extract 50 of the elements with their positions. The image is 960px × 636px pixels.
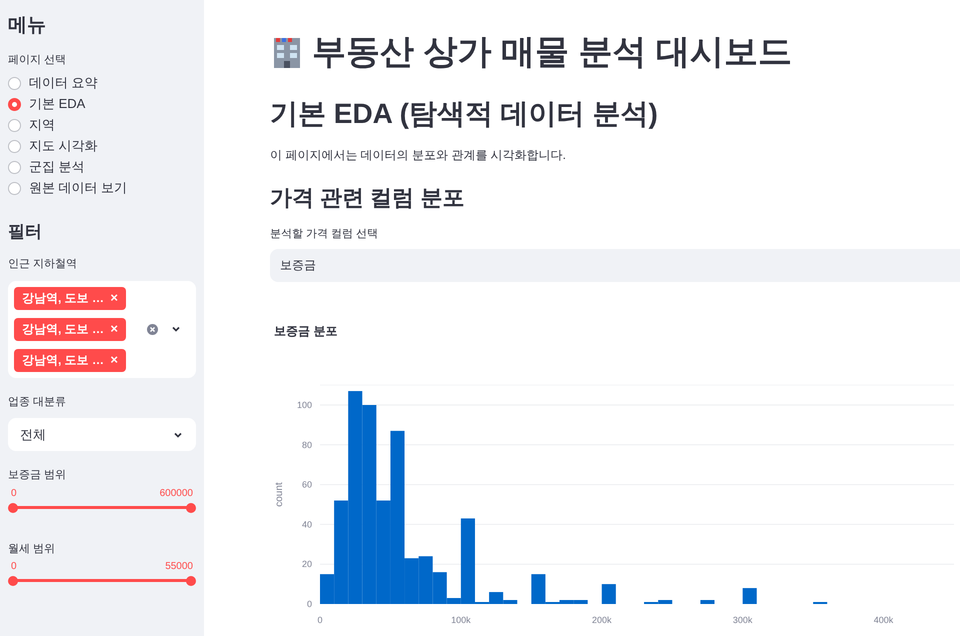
slider-thumb[interactable] [8, 502, 18, 512]
histogram-bar [602, 584, 616, 604]
slider-track[interactable] [8, 502, 196, 512]
histogram-bar [742, 588, 757, 604]
y-tick-label: 60 [302, 479, 312, 490]
field-label: 업종 대분류 [8, 394, 68, 410]
slider-max-value: 600000 [160, 486, 193, 500]
field-label: 분석할 가격 컬럼 선택 [270, 227, 380, 242]
select-field[interactable]: 보증금 [270, 248, 960, 282]
sidebar-title: 메뉴 [8, 14, 47, 38]
radio-option[interactable]: 데이터 요약 [8, 72, 196, 94]
slider-min-value: 0 [11, 486, 17, 500]
y-axis-label: count [274, 482, 285, 506]
slider-thumb[interactable] [8, 576, 18, 586]
y-tick-label: 40 [302, 518, 312, 529]
clear-icon[interactable] [147, 324, 158, 334]
radio-option[interactable]: 군집 분석 [8, 156, 196, 178]
section-title: 가격 관련 컬럼 분포 [270, 184, 466, 212]
histogram-bar [700, 600, 714, 604]
x-tick-label: 400k [874, 614, 894, 624]
slider-thumb[interactable] [186, 502, 196, 512]
radio-option[interactable]: 지역 [8, 114, 196, 136]
field-label: 인근 지하철역 [8, 257, 78, 272]
slider-thumb[interactable] [186, 576, 196, 586]
field-label: 페이지 선택 [8, 53, 68, 68]
y-tick-label: 80 [302, 439, 312, 450]
chart-title: 보증금 분포 [274, 322, 338, 340]
tag-label: 강남역, 도보 … [22, 352, 104, 369]
tag-label: 강남역, 도보 … [22, 290, 104, 307]
radio-option[interactable]: 원본 데이터 보기 [8, 178, 196, 198]
radio-option[interactable]: 기본 EDA [8, 94, 196, 114]
select-field[interactable]: 전체 [8, 418, 196, 451]
field-label: 보증금 범위 [8, 468, 68, 483]
slider-track[interactable] [8, 576, 196, 586]
x-tick-label: 300k [732, 614, 752, 624]
field-label: 월세 범위 [8, 542, 56, 556]
y-tick-label: 20 [302, 558, 312, 569]
x-tick-label: 0 [318, 614, 322, 624]
page-title: 부동산 상가 매물 분석 대시보드 [312, 32, 792, 73]
slider-max-value: 55000 [165, 560, 193, 574]
x-tick-label: 200k [592, 614, 612, 624]
description-text: 이 페이지에서는 데이터의 분포와 관계를 시각화합니다. [270, 147, 568, 164]
section-title: 필터 [8, 220, 43, 242]
page-subtitle: 기본 EDA (탐색적 데이터 분석) [270, 97, 659, 131]
y-tick-label: 100 [296, 400, 312, 410]
radio-option[interactable]: 지도 시각화 [8, 136, 196, 156]
x-tick-label: 100k [451, 614, 471, 624]
y-tick-label: 0 [306, 598, 312, 608]
slider-min-value: 0 [11, 560, 17, 574]
tag-label: 강남역, 도보 … [22, 321, 104, 338]
